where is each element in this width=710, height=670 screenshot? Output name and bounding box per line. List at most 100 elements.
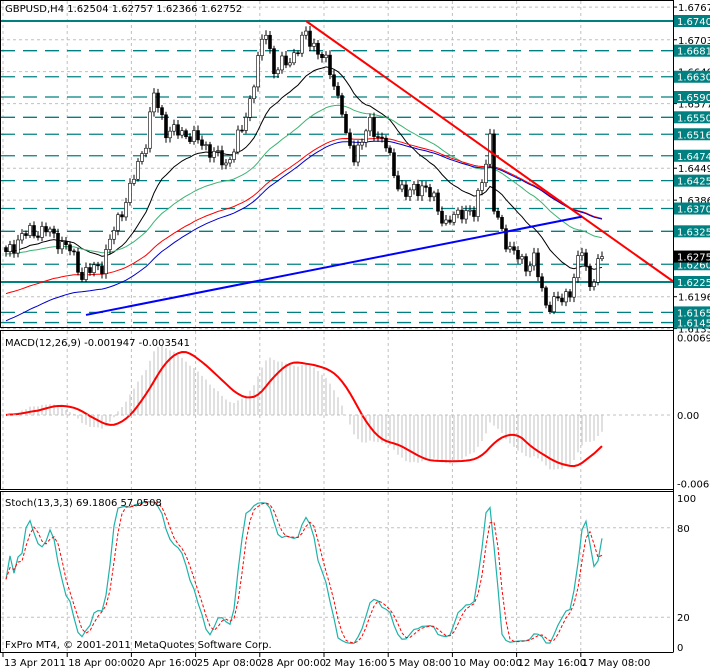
candle	[588, 263, 592, 291]
mt4-chart[interactable]: 1.676751.670301.664001.657701.644951.638…	[0, 0, 710, 670]
candle	[476, 188, 480, 222]
candle-body	[68, 244, 72, 252]
candle-body	[280, 55, 284, 71]
candle-body	[132, 178, 136, 184]
candle-body	[492, 133, 496, 212]
candle-body	[324, 54, 328, 58]
candle-body	[348, 132, 352, 146]
candle-body	[28, 225, 32, 236]
candle-body	[252, 86, 256, 100]
candle-body	[404, 184, 408, 197]
candle-body	[160, 107, 164, 116]
price-tick-label: 1.64495	[678, 164, 710, 175]
candle-body	[152, 92, 156, 113]
time-label: 13 Apr 2011	[4, 658, 66, 669]
candle-body	[272, 48, 276, 74]
candle-body	[72, 250, 76, 253]
candle-body	[360, 141, 364, 146]
candle-body	[276, 69, 280, 74]
current-price-label: 1.62752	[677, 253, 710, 264]
stoch-tick-label: 100	[677, 494, 696, 505]
candle-body	[168, 130, 172, 139]
candle	[76, 247, 80, 276]
candle-body	[424, 185, 428, 188]
candle-body	[548, 304, 552, 313]
time-label: 20 Apr 16:00	[132, 658, 197, 669]
time-label: 17 May 08:00	[582, 658, 651, 669]
time-label: 18 Apr 00:00	[68, 658, 133, 669]
candle-body	[20, 233, 24, 241]
candle-body	[256, 55, 260, 88]
candle-body	[304, 30, 308, 36]
candle-body	[488, 133, 492, 165]
stoch-tick-label: 80	[677, 524, 690, 535]
candle-body	[172, 124, 176, 132]
candle-body	[376, 136, 380, 138]
stoch-header: Stoch(13,3,3) 69.1806 57.0508	[5, 498, 162, 509]
candle-body	[100, 265, 104, 275]
candle-body	[64, 241, 68, 246]
candle-body	[472, 209, 476, 217]
candle-body	[536, 252, 540, 278]
candle	[500, 214, 504, 231]
price-tick-label: 1.61960	[678, 293, 710, 304]
candle-body	[260, 38, 264, 56]
candle-body	[192, 130, 196, 142]
candle-body	[244, 117, 248, 131]
candle-body	[156, 92, 160, 108]
candle	[300, 31, 304, 57]
candle-body	[176, 124, 180, 136]
macd-tick-label: -0.00608	[677, 479, 710, 490]
level-label: 1.61450	[677, 319, 710, 330]
candle-body	[440, 210, 444, 224]
candle-body	[204, 144, 208, 146]
candle-body	[24, 233, 28, 236]
candle-body	[484, 163, 488, 183]
candle-body	[588, 265, 592, 287]
candle-body	[412, 184, 416, 191]
candle-body	[84, 267, 88, 280]
candle-body	[392, 152, 396, 176]
candle-body	[480, 182, 484, 191]
level-label: 1.64741	[677, 152, 710, 163]
time-label: 10 May 00:00	[453, 658, 522, 669]
candle	[576, 250, 580, 283]
candle-body	[188, 136, 192, 142]
candle-body	[44, 226, 48, 233]
candle-body	[300, 34, 304, 54]
candle-body	[500, 217, 504, 229]
time-label: 28 Apr 00:00	[261, 658, 326, 669]
candle-body	[124, 202, 128, 218]
candle-body	[16, 239, 20, 254]
candle-body	[316, 42, 320, 55]
candle-body	[96, 264, 100, 267]
candle-body	[528, 265, 532, 272]
candle-body	[540, 276, 544, 289]
candle-body	[56, 232, 60, 250]
level-label: 1.66814	[677, 47, 710, 58]
candle	[104, 244, 108, 279]
candle	[536, 248, 540, 282]
candle-body	[460, 209, 464, 220]
candle-body	[452, 214, 456, 223]
candle-body	[228, 159, 232, 164]
candle-body	[600, 256, 604, 260]
time-label: 2 May 16:00	[325, 658, 387, 669]
candle-body	[212, 151, 216, 158]
candle-body	[432, 192, 436, 198]
candle-body	[448, 219, 452, 223]
candle-body	[572, 277, 576, 298]
candle	[236, 125, 240, 155]
chart-header: GBPUSD,H4 1.62504 1.62757 1.62366 1.6275…	[5, 4, 242, 15]
candle	[436, 189, 440, 215]
candle-body	[436, 192, 440, 212]
candle-body	[308, 30, 312, 47]
time-label: 5 May 08:00	[389, 658, 451, 669]
candle-body	[312, 42, 316, 47]
candle-body	[464, 210, 468, 220]
candle-body	[140, 153, 144, 162]
time-label: 12 May 16:00	[518, 658, 587, 669]
candle-body	[116, 214, 120, 231]
candle-body	[320, 54, 324, 58]
candle-body	[456, 209, 460, 215]
